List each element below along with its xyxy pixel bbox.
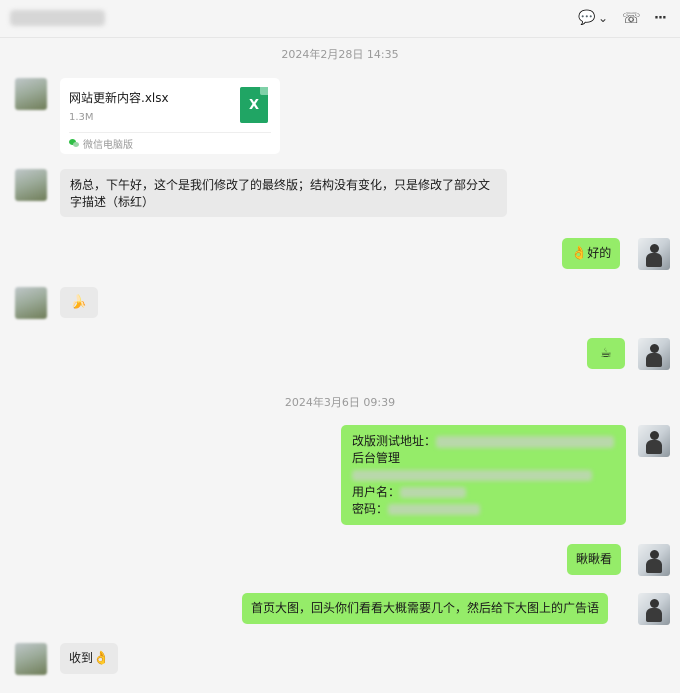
file-size: 1.3M	[69, 112, 94, 123]
file-message[interactable]: 网站更新内容.xlsx 1.3M X 微信电脑版	[60, 78, 280, 154]
wechat-icon	[69, 139, 80, 148]
chevron-down-icon[interactable]: ⌄	[598, 8, 608, 28]
redacted-url	[436, 435, 615, 448]
contact-name[interactable]: 杨总	[10, 10, 105, 26]
my-avatar[interactable]	[638, 593, 670, 625]
file-source: 微信电脑版	[69, 136, 133, 151]
avatar[interactable]	[15, 287, 47, 319]
my-avatar[interactable]	[638, 425, 670, 457]
password-label: 密码：	[352, 502, 389, 516]
call-icon[interactable]: ☏	[622, 8, 641, 28]
ok-hand-emoji-icon: 👌	[571, 246, 588, 261]
message-bubble[interactable]: 杨总，下午好，这个是我们修改了的最终版；结构没有变化，只是修改了部分文字描述（标…	[60, 169, 507, 217]
admin-label: 后台管理	[352, 451, 401, 465]
message-text: 首页大图，回头你们看看大概需要几个，然后给下大图上的广告语	[251, 601, 600, 615]
ok-hand-emoji-icon: 👌	[93, 651, 110, 666]
timestamp: 2024年3月6日 09:39	[284, 396, 396, 409]
divider	[69, 132, 271, 133]
banana-emoji-icon: 🍌	[70, 295, 88, 310]
avatar[interactable]	[15, 78, 47, 110]
redacted-password	[388, 504, 481, 515]
chat-icon[interactable]: 💬	[578, 8, 595, 28]
avatar[interactable]	[15, 169, 47, 201]
message-bubble[interactable]: 瞅瞅看	[567, 544, 622, 575]
message-bubble[interactable]: 👌好的	[562, 238, 621, 269]
message-bubble[interactable]: 收到👌	[60, 643, 119, 674]
message-bubble[interactable]: 🍌	[60, 287, 98, 318]
timestamp: 2024年2月28日 14:35	[281, 48, 399, 61]
chat-header: 杨总 💬 ⌄ ☏ ···	[0, 0, 680, 38]
message-bubble[interactable]: 首页大图，回头你们看看大概需要几个，然后给下大图上的广告语	[242, 593, 609, 624]
file-name: 网站更新内容.xlsx	[69, 91, 169, 105]
avatar[interactable]	[15, 643, 47, 675]
more-icon[interactable]: ···	[654, 8, 667, 28]
test-address-label: 改版测试地址：	[352, 434, 437, 448]
message-text: 好的	[587, 246, 612, 260]
username-label: 用户名：	[352, 485, 401, 499]
my-avatar[interactable]	[638, 544, 670, 576]
excel-file-icon: X	[240, 87, 268, 123]
coffee-emoji-icon: ☕	[600, 346, 612, 361]
redacted-username	[400, 487, 467, 498]
message-bubble[interactable]: ☕	[587, 338, 625, 369]
my-avatar[interactable]	[638, 338, 670, 370]
my-avatar[interactable]	[638, 238, 670, 270]
file-source-label: 微信电脑版	[83, 140, 133, 151]
redacted-url	[352, 470, 592, 481]
message-text: 杨总，下午好，这个是我们修改了的最终版；结构没有变化，只是修改了部分文字描述（标…	[70, 178, 491, 209]
message-text: 瞅瞅看	[576, 552, 613, 566]
message-bubble[interactable]: 改版测试地址： 后台管理 用户名： 密码：	[341, 425, 626, 525]
message-text: 收到	[69, 651, 94, 665]
